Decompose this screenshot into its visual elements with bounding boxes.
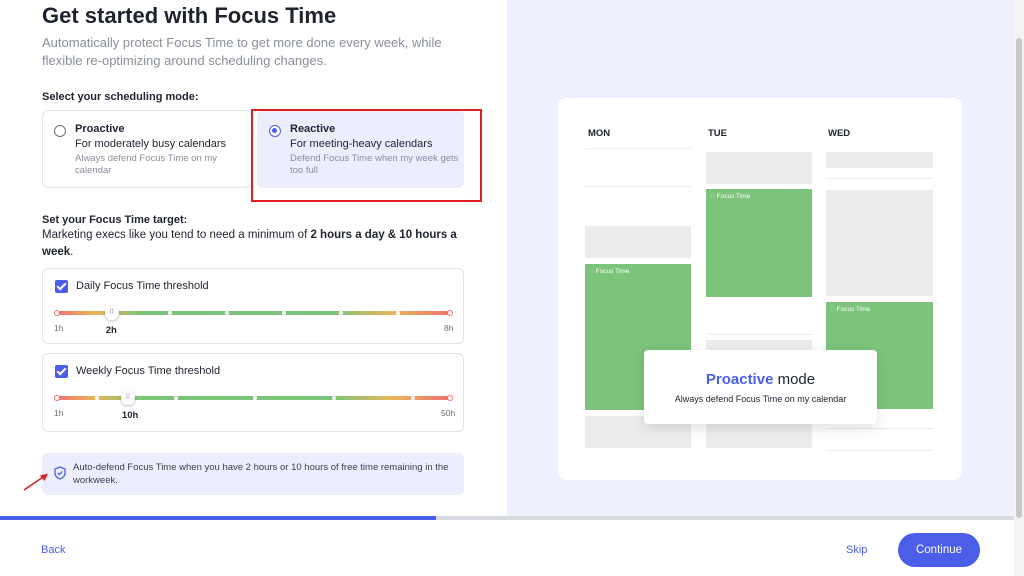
calendar-row-line	[826, 428, 933, 429]
slider-step-dot	[225, 311, 229, 315]
weekly-max-label: 50h	[441, 408, 456, 418]
page-scrollbar[interactable]	[1014, 0, 1024, 576]
slider-endcap	[447, 395, 453, 401]
setup-panel: Get started with Focus Time Automaticall…	[0, 0, 507, 516]
focus-time-text: Focus Time	[595, 268, 630, 275]
weekly-slider-handle[interactable]: ⠿	[120, 391, 135, 405]
target-text: Marketing execs like you tend to need a …	[42, 229, 311, 241]
focus-time-label: ◌ Focus Time	[711, 193, 751, 200]
mode-option-proactive[interactable]: Proactive For moderately busy calendars …	[42, 110, 252, 188]
highlight-annotation-box	[251, 109, 482, 202]
daily-min-label: 1h	[54, 323, 64, 333]
calendar-row-line	[826, 178, 933, 179]
slider-step-dot	[282, 311, 286, 315]
calendar-row-line	[585, 148, 691, 149]
mode-option-description: Always defend Focus Time on my calendar	[75, 153, 218, 176]
day-header-tue: TUE	[708, 128, 727, 139]
calendar-row-line	[585, 186, 691, 187]
auto-defend-info: Auto-defend Focus Time when you have 2 h…	[42, 453, 464, 495]
weekly-min-label: 1h	[54, 408, 64, 418]
calendar-row-line	[706, 334, 812, 335]
weekly-threshold-label: Weekly Focus Time threshold	[76, 365, 221, 377]
day-header-wed: WED	[828, 128, 851, 139]
weekly-threshold-card: Weekly Focus Time threshold ⠿ 1h 10h 50h	[42, 353, 464, 432]
slider-step-dot	[95, 396, 99, 400]
scrollbar-thumb[interactable]	[1016, 38, 1022, 518]
calendar-event-block	[826, 190, 933, 296]
slider-step-dot	[168, 311, 172, 315]
slider-step-dot	[396, 311, 400, 315]
mode-preview-title: Proactive mode	[644, 371, 877, 388]
daily-threshold-label: Daily Focus Time threshold	[76, 280, 209, 292]
slider-step-dot	[253, 396, 257, 400]
continue-button[interactable]: Continue	[898, 533, 980, 567]
slider-step-dot	[332, 396, 336, 400]
auto-defend-text: Auto-defend Focus Time when you have 2 h…	[73, 462, 449, 486]
daily-threshold-slider[interactable]: ⠿	[54, 306, 453, 320]
slider-endcap	[447, 310, 453, 316]
weekly-threshold-checkbox[interactable]	[55, 365, 68, 378]
scheduling-mode-label: Select your scheduling mode:	[42, 91, 199, 103]
focus-target-description: Marketing execs like you tend to need a …	[42, 227, 467, 261]
focus-target-label: Set your Focus Time target:	[42, 214, 188, 226]
focus-time-label: ◌ Focus Time	[590, 268, 630, 275]
mode-preview-description: Always defend Focus Time on my calendar	[674, 394, 847, 404]
focus-time-label: ◌ Focus Time	[831, 306, 871, 313]
calendar-event-block	[585, 226, 691, 258]
weekly-value-label: 10h	[121, 410, 139, 421]
red-arrow-annotation-icon	[23, 473, 48, 491]
radio-proactive[interactable]	[54, 125, 66, 137]
calendar-row-line	[826, 450, 933, 451]
slider-step-dot	[174, 396, 178, 400]
page-subtitle: Automatically protect Focus Time to get …	[42, 35, 442, 68]
mode-option-title: Proactive	[75, 123, 125, 135]
mode-preview-word: mode	[777, 371, 816, 388]
mode-preview-accent: Proactive	[705, 371, 774, 388]
focus-time-text: Focus Time	[716, 193, 751, 200]
calendar-event-block	[826, 152, 933, 168]
focus-time-block: ◌ Focus Time	[706, 189, 812, 297]
mode-preview-card: Proactive mode Always defend Focus Time …	[644, 350, 877, 424]
mode-option-subtitle: For moderately busy calendars	[75, 138, 227, 150]
slider-step-dot	[339, 311, 343, 315]
footer-bar: Back Skip Continue	[0, 520, 1014, 576]
target-text-end: .	[70, 246, 74, 258]
weekly-threshold-slider[interactable]: ⠿	[54, 391, 453, 405]
focus-time-text: Focus Time	[836, 306, 871, 313]
calendar-event-block	[706, 152, 812, 184]
slider-endcap	[54, 395, 60, 401]
page-title: Get started with Focus Time	[42, 3, 337, 28]
back-button[interactable]: Back	[41, 544, 65, 556]
daily-max-label: 8h	[444, 323, 454, 333]
daily-threshold-card: Daily Focus Time threshold ⠿ 1h 2h 8h	[42, 268, 464, 344]
daily-threshold-checkbox[interactable]	[55, 280, 68, 293]
shield-check-icon	[54, 466, 66, 480]
day-header-mon: MON	[588, 128, 611, 139]
slider-endcap	[54, 310, 60, 316]
slider-step-dot	[411, 396, 415, 400]
daily-value-label: 2h	[105, 325, 117, 336]
daily-slider-handle[interactable]: ⠿	[104, 306, 119, 320]
skip-button[interactable]: Skip	[846, 544, 867, 556]
